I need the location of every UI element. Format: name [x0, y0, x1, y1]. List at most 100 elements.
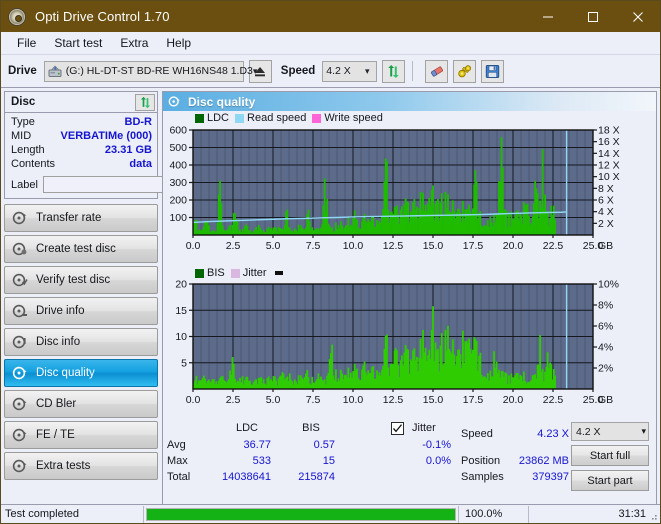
- app-disc-icon: [8, 7, 26, 26]
- legend-jitter: Jitter: [230, 267, 267, 279]
- disc-key-mid: MID: [11, 130, 32, 142]
- stats-header-bis: BIS: [302, 422, 320, 434]
- erase-button[interactable]: [425, 59, 449, 83]
- menu-file[interactable]: File: [8, 34, 45, 52]
- menu-extra[interactable]: Extra: [111, 34, 157, 52]
- svg-text:GB: GB: [598, 240, 613, 252]
- sidebar-item-drive-info[interactable]: Drive info: [4, 297, 158, 325]
- disc-row-type: Type BD-R: [11, 116, 152, 130]
- svg-text:2%: 2%: [598, 363, 613, 375]
- test-speed-select[interactable]: 4.2 X ▾: [571, 422, 649, 441]
- legend-label: LDC: [207, 112, 230, 124]
- disc-refresh-button[interactable]: [135, 93, 155, 111]
- sidebar-label: Extra tests: [36, 460, 91, 472]
- svg-text:4%: 4%: [598, 342, 613, 354]
- disc-speed-icon: [12, 211, 27, 225]
- svg-text:17.5: 17.5: [463, 240, 484, 252]
- application-window: Opti Drive Control 1.70 File Start test …: [0, 0, 661, 524]
- sidebar-item-disc-info[interactable]: Disc info: [4, 328, 158, 356]
- resize-grip-icon[interactable]: [648, 511, 658, 521]
- sidebar-item-extra-tests[interactable]: Extra tests: [4, 452, 158, 480]
- title-bar: Opti Drive Control 1.70: [1, 1, 660, 32]
- svg-text:5.0: 5.0: [266, 240, 281, 252]
- disc-row-length: Length 23.31 GB: [11, 144, 152, 158]
- disc-key-contents: Contents: [11, 158, 56, 170]
- svg-text:400: 400: [169, 160, 187, 172]
- sidebar-item-create-test-disc[interactable]: Create test disc: [4, 235, 158, 263]
- sidebar-item-fe-te[interactable]: FE / TE: [4, 421, 158, 449]
- minimize-button[interactable]: [525, 1, 570, 32]
- refresh-button[interactable]: [382, 59, 406, 83]
- progress-fill: [147, 508, 455, 520]
- svg-text:20.0: 20.0: [503, 394, 524, 406]
- speed-select[interactable]: 4.2 X ▾: [322, 60, 378, 82]
- stats-avg-ldc: 36.77: [243, 439, 271, 451]
- progress-bar: [143, 505, 458, 523]
- legend-bis: BIS: [195, 267, 225, 279]
- stats-speed-label: Speed: [461, 428, 493, 440]
- eraser-icon: [430, 65, 443, 77]
- sidebar-item-verify-test-disc[interactable]: Verify test disc: [4, 266, 158, 294]
- stats-max-bis: 15: [322, 455, 335, 467]
- sidebar-item-transfer-rate[interactable]: Transfer rate: [4, 204, 158, 232]
- elapsed-time: 31:31: [528, 505, 660, 523]
- svg-text:10 X: 10 X: [598, 171, 620, 183]
- progress-track: [146, 507, 456, 521]
- progress-percent: 100.0%: [458, 505, 528, 523]
- sidebar-item-cd-bler[interactable]: CD Bler: [4, 390, 158, 418]
- disc-panel-title: Disc: [11, 96, 36, 108]
- svg-text:8 X: 8 X: [598, 183, 614, 195]
- disc-label-caption: Label: [11, 178, 38, 191]
- start-full-button[interactable]: Start full: [571, 445, 649, 466]
- legend-label: Write speed: [324, 112, 383, 124]
- key-button[interactable]: [453, 59, 477, 83]
- svg-text:0.0: 0.0: [186, 394, 201, 406]
- stats-row-max: Max: [167, 455, 188, 467]
- chevron-down-icon: ▾: [365, 65, 370, 76]
- svg-text:10.0: 10.0: [343, 394, 364, 406]
- start-part-button[interactable]: Start part: [571, 470, 649, 491]
- svg-text:2 X: 2 X: [598, 218, 614, 230]
- legend-write-speed: Write speed: [312, 112, 383, 124]
- svg-text:7.5: 7.5: [306, 240, 321, 252]
- chevron-down-icon: ▾: [252, 65, 258, 76]
- disc-fete-icon: [12, 428, 27, 442]
- ldc-chart: LDC Read speed Write speed 100 200 300 400 5…: [163, 111, 656, 266]
- jitter-checkbox[interactable]: [391, 422, 404, 435]
- svg-text:12 X: 12 X: [598, 160, 620, 172]
- disc-info-panel: Disc Type BD-R MID VERBATIMe (000) Lengt…: [4, 91, 249, 199]
- close-button[interactable]: [615, 1, 660, 32]
- menu-start-test[interactable]: Start test: [45, 34, 111, 52]
- stats-jitter-avg: -0.1%: [422, 439, 451, 451]
- refresh-icon: [388, 64, 400, 78]
- status-bar: Test completed 100.0% 31:31: [1, 504, 660, 523]
- svg-text:4 X: 4 X: [598, 206, 614, 218]
- menu-help[interactable]: Help: [157, 34, 200, 52]
- svg-text:20.0: 20.0: [503, 240, 524, 252]
- drive-select[interactable]: (G:) HL-DT-ST BD-RE WH16NS48 1.D3 ▾: [43, 60, 257, 82]
- legend-ldc: LDC: [195, 112, 229, 124]
- maximize-button[interactable]: [570, 1, 615, 32]
- svg-text:10: 10: [175, 331, 187, 343]
- save-button[interactable]: [481, 59, 505, 83]
- svg-text:GB: GB: [598, 394, 613, 406]
- window-controls: [525, 1, 660, 32]
- drive-icon: [48, 65, 62, 77]
- legend-swatch: [312, 113, 322, 123]
- stats-header-ldc: LDC: [235, 422, 258, 434]
- sidebar: Disc Type BD-R MID VERBATIMe (000) Lengt…: [1, 88, 249, 523]
- svg-text:18 X: 18 X: [598, 126, 620, 137]
- disc-row-contents: Contents data: [11, 158, 152, 172]
- sidebar-label: Create test disc: [36, 243, 116, 255]
- sidebar-label: Transfer rate: [36, 212, 102, 224]
- svg-text:300: 300: [169, 177, 187, 189]
- sidebar-item-disc-quality[interactable]: Disc quality: [4, 359, 158, 387]
- drive-select-value: (G:) HL-DT-ST BD-RE WH16NS48 1.D3: [65, 65, 253, 77]
- save-disk-icon: [486, 64, 500, 78]
- sidebar-label: Drive info: [36, 305, 85, 317]
- sidebar-label: CD Bler: [36, 398, 77, 410]
- disc-key-length: Length: [11, 144, 45, 156]
- toolbar-separator: [412, 61, 414, 81]
- svg-text:8%: 8%: [598, 300, 613, 312]
- status-text: Test completed: [5, 508, 79, 520]
